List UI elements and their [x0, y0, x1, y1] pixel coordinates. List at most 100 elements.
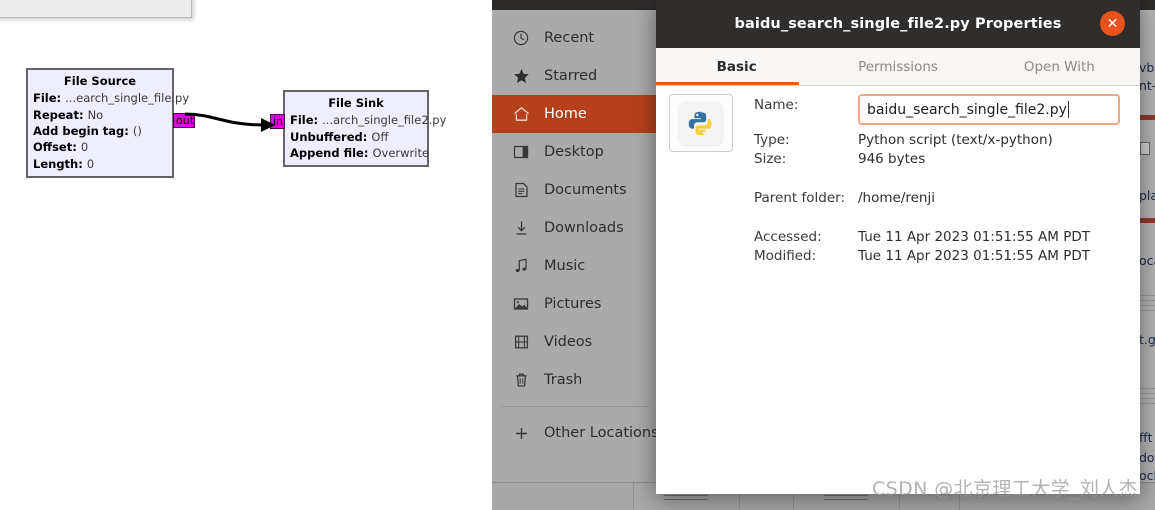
sidebar-item-label: Desktop — [544, 144, 604, 160]
field-size: Size: 946 bytes — [754, 148, 1134, 167]
sidebar-item-label: Pictures — [544, 296, 602, 312]
home-icon — [510, 105, 532, 123]
tab-open-with[interactable]: Open With — [979, 48, 1140, 85]
block-param-unbuffered: Unbuffered: Off — [290, 129, 422, 145]
picture-icon — [510, 295, 532, 313]
param-key: File: — [290, 113, 319, 128]
sidebar-item-pictures[interactable]: Pictures — [492, 285, 659, 323]
field-value-size: 946 bytes — [858, 151, 926, 167]
clipped-text: nt- — [1139, 78, 1155, 93]
sidebar-item-trash[interactable]: Trash — [492, 361, 659, 399]
clipped-row-highlight — [1138, 115, 1155, 120]
block-param-length: Length: 0 — [33, 156, 167, 172]
python-logo — [679, 101, 723, 145]
trash-icon — [510, 371, 532, 389]
name-input-value: baidu_search_single_file2.py — [867, 101, 1067, 118]
sidebar-item-label: Recent — [544, 30, 595, 46]
param-value: () — [132, 123, 142, 138]
param-value: Off — [371, 129, 389, 144]
clipped-text: do — [1139, 450, 1155, 465]
block-param-file: File: ...arch_single_file2.py — [290, 112, 446, 128]
sidebar-item-label: Other Locations — [544, 425, 659, 441]
name-input[interactable]: baidu_search_single_file2.py — [858, 94, 1120, 125]
param-value: 0 — [86, 156, 95, 171]
sidebar-item-music[interactable]: Music — [492, 247, 659, 285]
file-properties-dialog[interactable]: baidu_search_single_file2.py Properties … — [656, 0, 1140, 494]
sidebar-item-documents[interactable]: Documents — [492, 171, 659, 209]
block-param-file: File: ...earch_single_file.py — [33, 90, 189, 106]
sidebar-item-label: Documents — [544, 182, 627, 198]
field-modified: Modified: Tue 11 Apr 2023 01:51:55 AM PD… — [754, 245, 1134, 264]
text-caret — [1067, 101, 1069, 118]
python-file-icon — [669, 94, 733, 152]
sidebar-item-label: Trash — [544, 372, 583, 388]
field-value-modified: Tue 11 Apr 2023 01:51:55 AM PDT — [858, 248, 1090, 264]
field-label-name: Name: — [754, 97, 799, 113]
files-sidebar[interactable]: Recent Starred Home Desktop Documents Do… — [492, 10, 659, 510]
tab-permissions[interactable]: Permissions — [817, 48, 978, 85]
param-key: Repeat: — [33, 107, 84, 122]
param-key: Append file: — [290, 145, 369, 160]
field-accessed: Accessed: Tue 11 Apr 2023 01:51:55 AM PD… — [754, 226, 1134, 245]
param-value: Overwrite — [372, 145, 430, 160]
sidebar-item-home[interactable]: Home — [492, 95, 659, 133]
clipped-row-highlight — [1138, 218, 1155, 223]
param-value: No — [87, 107, 104, 122]
sidebar-item-downloads[interactable]: Downloads — [492, 209, 659, 247]
field-parent-folder: Parent folder: /home/renji — [754, 187, 1134, 206]
python-logo-glyph — [688, 111, 712, 136]
field-label-accessed: Accessed: — [754, 229, 822, 245]
field-label-type: Type: — [754, 132, 790, 148]
clock-icon — [510, 29, 532, 47]
sidebar-item-other-locations[interactable]: Other Locations — [492, 414, 659, 452]
sidebar-item-label: Music — [544, 258, 586, 274]
sidebar-item-videos[interactable]: Videos — [492, 323, 659, 361]
field-label-modified: Modified: — [754, 248, 817, 264]
clipped-text: t.g — [1139, 332, 1155, 347]
clipped-file-list-column[interactable]: vb nt- pla oca t.g fft do ock — [1138, 10, 1155, 510]
music-note-icon — [510, 257, 532, 275]
close-icon[interactable]: ✕ — [1100, 11, 1125, 36]
sidebar-item-recent[interactable]: Recent — [492, 19, 659, 57]
sidebar-item-label: Downloads — [544, 220, 624, 236]
param-value: 0 — [80, 140, 89, 155]
clipped-file-icon — [1140, 142, 1150, 155]
dialog-tabbar[interactable]: Basic Permissions Open With — [656, 48, 1140, 86]
sidebar-item-desktop[interactable]: Desktop — [492, 133, 659, 171]
tab-basic[interactable]: Basic — [656, 48, 817, 85]
block-title: File Sink — [328, 96, 384, 110]
star-icon — [510, 67, 532, 85]
desktop-icon — [510, 143, 532, 161]
field-value-type: Python script (text/x-python) — [858, 132, 1053, 148]
document-icon — [510, 181, 532, 199]
dialog-titlebar[interactable]: baidu_search_single_file2.py Properties … — [656, 0, 1140, 48]
param-key: Unbuffered: — [290, 129, 368, 144]
param-value: ...earch_single_file.py — [65, 91, 190, 106]
clipped-text: oca — [1139, 253, 1155, 268]
block-param-repeat: Repeat: No — [33, 107, 167, 123]
field-label-size: Size: — [754, 151, 787, 167]
grc-block-file-sink[interactable]: File Sink File: ...arch_single_file2.py … — [283, 90, 446, 168]
param-key: Add begin tag: — [33, 123, 129, 138]
toolbar-fragment — [0, 0, 192, 18]
sidebar-item-starred[interactable]: Starred — [492, 57, 659, 95]
field-value-parent[interactable]: /home/renji — [858, 187, 935, 206]
field-label-parent: Parent folder: — [754, 190, 846, 206]
sidebar-item-label: Starred — [544, 68, 598, 84]
block-param-add-begin-tag: Add begin tag: () — [33, 123, 167, 139]
sidebar-item-label: Home — [544, 106, 587, 122]
dialog-basic-panel: Name: baidu_search_single_file2.py Type:… — [656, 86, 1140, 494]
dialog-title: baidu_search_single_file2.py Properties — [734, 16, 1062, 32]
field-name: Name: baidu_search_single_file2.py — [754, 94, 1134, 125]
resize-handle[interactable] — [824, 495, 868, 502]
csdn-watermark: CSDN @北京理工大学_刘人杰 — [872, 478, 1139, 500]
sidebar-item-label: Videos — [544, 334, 593, 350]
sidebar-divider — [502, 406, 649, 407]
resize-handle[interactable] — [664, 495, 708, 502]
block-param-append-file: Append file: Overwrite — [290, 145, 429, 161]
grc-block-file-source[interactable]: File Source File: ...earch_single_file.p… — [26, 68, 189, 178]
properties-field-grid: Name: baidu_search_single_file2.py Type:… — [754, 94, 1134, 264]
plus-icon — [510, 424, 532, 442]
grc-connection-wire[interactable] — [185, 103, 280, 141]
gnuradio-canvas[interactable]: File Source File: ...earch_single_file.p… — [0, 0, 492, 510]
